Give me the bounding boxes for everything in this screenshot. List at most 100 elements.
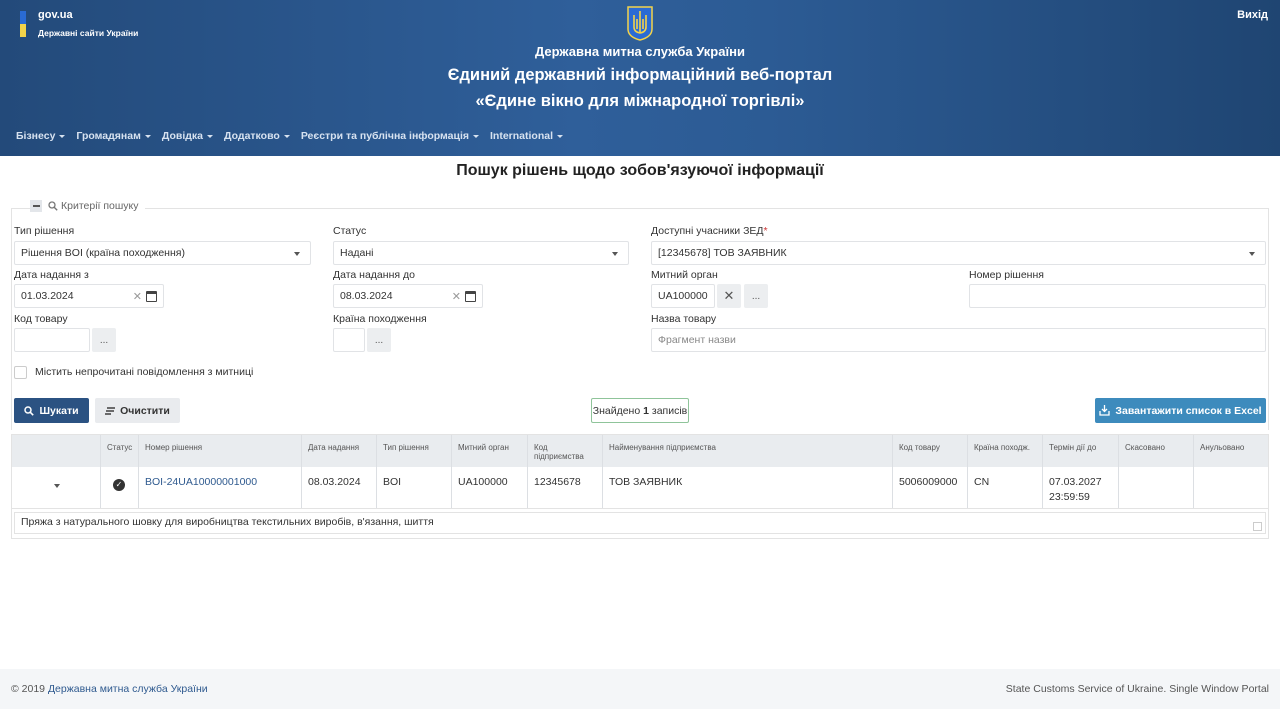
- org-link[interactable]: Державна митна служба України: [48, 683, 208, 695]
- col-cancelled[interactable]: Скасовано: [1119, 435, 1194, 467]
- col-number[interactable]: Номер рішення: [139, 435, 302, 467]
- caret-down-icon: [1249, 252, 1255, 256]
- date-to-input[interactable]: 08.03.2024 ✕: [333, 284, 483, 308]
- calendar-icon[interactable]: [146, 291, 157, 302]
- clear-button-label: Очистити: [120, 404, 170, 417]
- company-name-cell: ТОВ ЗАЯВНИК: [603, 467, 893, 508]
- collapse-button[interactable]: [30, 200, 42, 212]
- download-excel-button[interactable]: Завантажити список в Excel: [1095, 398, 1266, 423]
- col-annulled[interactable]: Анульовано: [1194, 435, 1268, 467]
- goods-description-text: Пряжа з натурального шовку для виробницт…: [21, 516, 434, 528]
- caret-down-icon: [294, 252, 300, 256]
- valid-date: 07.03.2027: [1049, 476, 1102, 488]
- nav-registers-label: Реєстри та публічна інформація: [300, 130, 470, 142]
- coat-of-arms-icon: [627, 6, 653, 41]
- nav-citizens[interactable]: Громадянам: [76, 130, 151, 142]
- nav-registers[interactable]: Реєстри та публічна інформація: [300, 130, 480, 142]
- cancelled-cell: [1119, 467, 1194, 508]
- participants-select[interactable]: [12345678] ТОВ ЗАЯВНИК: [651, 241, 1266, 265]
- origin-country-select-button[interactable]: ...: [367, 328, 391, 352]
- annulled-cell: [1194, 467, 1268, 508]
- agency-title: Державна митна служба України: [535, 44, 745, 59]
- clear-icon[interactable]: ✕: [452, 290, 461, 303]
- participants-label: Доступні учасники ЗЕД*: [651, 225, 768, 237]
- caret-down-icon: [283, 134, 290, 138]
- main-nav: Бізнесу Громадянам Довідка Додатково Реє…: [16, 130, 574, 142]
- search-button[interactable]: Шукати: [14, 398, 89, 423]
- nav-help-label: Довідка: [161, 130, 204, 142]
- nav-additional[interactable]: Додатково: [224, 130, 290, 142]
- caret-down-icon: [207, 134, 214, 138]
- copyright-text: © 2019: [11, 683, 46, 695]
- col-company-code[interactable]: Код підприємства: [528, 435, 603, 467]
- expand-cell[interactable]: [12, 467, 101, 508]
- col-valid-until[interactable]: Термін дії до: [1043, 435, 1119, 467]
- col-goods-code[interactable]: Код товару: [893, 435, 968, 467]
- nav-help[interactable]: Довідка: [161, 130, 214, 142]
- caret-down-icon: [473, 134, 480, 138]
- customs-input[interactable]: UA100000: [651, 284, 715, 308]
- gov-sites-label[interactable]: Державні сайти України: [38, 28, 138, 38]
- required-mark: *: [763, 225, 768, 237]
- decision-type-select[interactable]: Рішення BOI (країна походження): [14, 241, 311, 265]
- goods-name-placeholder: Фрагмент назви: [658, 334, 736, 346]
- customs-select-button[interactable]: ...: [744, 284, 768, 308]
- decision-number-link[interactable]: BOI-24UA10000001000: [145, 476, 257, 488]
- footer-copyright: © 2019 Державна митна служба України: [11, 683, 208, 695]
- decision-number-input[interactable]: [969, 284, 1266, 308]
- date-from-value: 01.03.2024: [21, 290, 74, 302]
- search-criteria-legend: Критерії пошуку: [30, 200, 145, 212]
- number-cell: BOI-24UA10000001000: [139, 467, 302, 508]
- gov-ua-link[interactable]: gov.ua: [38, 9, 73, 21]
- type-cell: BOI: [377, 467, 452, 508]
- found-count: 1: [643, 404, 649, 417]
- status-label: Статус: [333, 225, 367, 237]
- clear-button[interactable]: Очистити: [95, 398, 180, 423]
- origin-country-input[interactable]: [333, 328, 365, 352]
- nav-international-label: International: [490, 130, 554, 142]
- resize-handle[interactable]: [1253, 522, 1262, 531]
- nav-business[interactable]: Бізнесу: [16, 130, 66, 142]
- unread-messages-label[interactable]: Містить непрочитані повідомлення з митни…: [35, 366, 253, 378]
- logout-link[interactable]: Вихід: [1237, 9, 1268, 21]
- date-cell: 08.03.2024: [302, 467, 377, 508]
- company-code-cell: 12345678: [528, 467, 603, 508]
- valid-time: 23:59:59: [1049, 491, 1090, 503]
- date-from-input[interactable]: 01.03.2024 ✕: [14, 284, 164, 308]
- table-row[interactable]: ✓ BOI-24UA10000001000 08.03.2024 BOI UA1…: [12, 467, 1268, 509]
- status-cell: ✓: [101, 467, 139, 508]
- col-customs[interactable]: Митний орган: [452, 435, 528, 467]
- found-suffix: записів: [651, 404, 688, 417]
- nav-international[interactable]: International: [490, 130, 564, 142]
- status-value: Надані: [340, 247, 374, 259]
- goods-code-input[interactable]: [14, 328, 90, 352]
- col-status[interactable]: Статус: [101, 435, 139, 467]
- calendar-icon[interactable]: [465, 291, 476, 302]
- search-icon: [48, 201, 58, 211]
- caret-down-icon: [557, 134, 564, 138]
- goods-description[interactable]: Пряжа з натурального шовку для виробницт…: [14, 512, 1266, 534]
- goods-code-label: Код товару: [14, 313, 68, 325]
- status-select[interactable]: Надані: [333, 241, 629, 265]
- caret-down-icon[interactable]: [54, 484, 60, 488]
- col-country[interactable]: Країна походж.: [968, 435, 1043, 467]
- unread-messages-checkbox[interactable]: [14, 366, 27, 379]
- found-prefix: Знайдено: [592, 404, 641, 417]
- found-count-badge: Знайдено 1 записів: [591, 398, 689, 423]
- goods-code-select-button[interactable]: ...: [92, 328, 116, 352]
- col-type[interactable]: Тип рішення: [377, 435, 452, 467]
- caret-down-icon: [612, 252, 618, 256]
- goods-name-input[interactable]: Фрагмент назви: [651, 328, 1266, 352]
- footer-portal-name: State Customs Service of Ukraine. Single…: [1005, 683, 1269, 695]
- col-company-name[interactable]: Найменування підприємства: [603, 435, 893, 467]
- footer: © 2019 Державна митна служба України Sta…: [0, 669, 1280, 709]
- clear-icon[interactable]: ✕: [133, 290, 142, 303]
- goods-code-cell: 5006009000: [893, 467, 968, 508]
- participants-label-text: Доступні учасники ЗЕД: [651, 225, 764, 237]
- customs-clear-button[interactable]: ✕: [717, 284, 741, 308]
- legend-label: Критерії пошуку: [61, 200, 139, 212]
- date-to-label: Дата надання до: [333, 269, 415, 281]
- col-date[interactable]: Дата надання: [302, 435, 377, 467]
- decision-type-value: Рішення BOI (країна походження): [21, 247, 185, 259]
- customs-label: Митний орган: [651, 269, 718, 281]
